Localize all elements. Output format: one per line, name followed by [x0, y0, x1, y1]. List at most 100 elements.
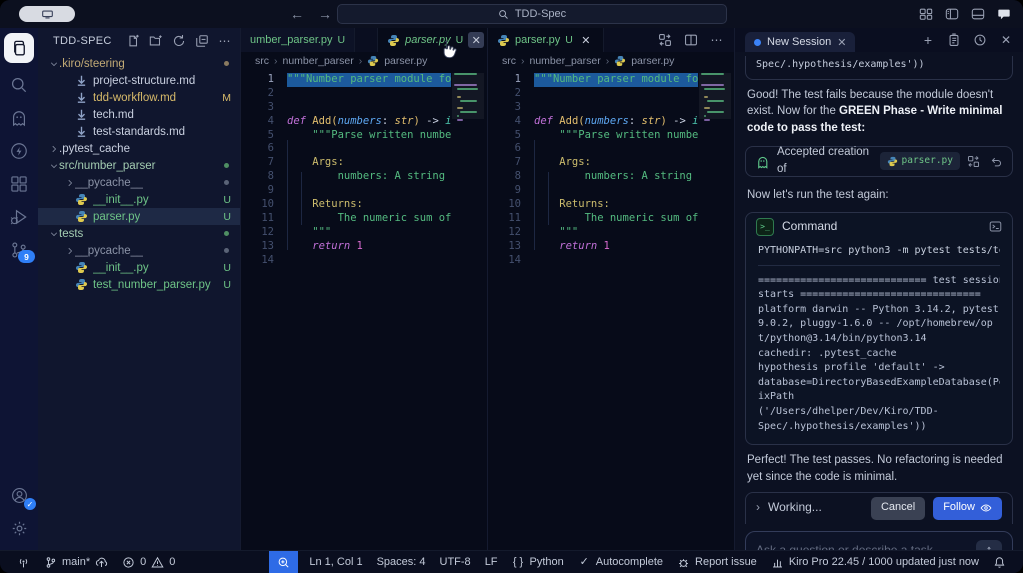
- status-bell[interactable]: [986, 551, 1013, 573]
- gear-icon: [10, 519, 29, 538]
- tree-item-parser-py[interactable]: parser.py U: [38, 208, 240, 225]
- code-line: 5 """Parse written numbers an: [514, 128, 698, 141]
- code-editor[interactable]: 1"""Number parser module for t234def Add…: [488, 70, 734, 551]
- status-chart[interactable]: Kiro Pro 22.45 / 1000 updated just now: [764, 551, 986, 573]
- chev-down-icon: [49, 161, 59, 171]
- new-session-icon[interactable]: +: [921, 33, 935, 47]
- status-utf-8[interactable]: UTF-8: [433, 551, 478, 573]
- tree-item-tests[interactable]: tests: [38, 225, 240, 242]
- code-line: 8 numbers: A string cont: [514, 170, 693, 183]
- python-file-icon: [367, 55, 379, 67]
- status-branch[interactable]: main*: [37, 551, 115, 573]
- tree-item-test-standards-md[interactable]: test-standards.md: [38, 123, 240, 140]
- activity-item-ghost[interactable]: [4, 101, 34, 134]
- more-icon[interactable]: ⋯: [218, 34, 232, 48]
- status-lf[interactable]: LF: [478, 551, 505, 573]
- tree-item--init-py[interactable]: __init__.py U: [38, 259, 240, 276]
- tree-item--init-py[interactable]: __init__.py U: [38, 191, 240, 208]
- tree-item--pycache-[interactable]: __pycache__: [38, 174, 240, 191]
- bug-icon: [677, 556, 690, 569]
- activity-item-git[interactable]: 9: [4, 233, 35, 266]
- status-braces[interactable]: { } Python: [505, 551, 571, 573]
- git-status-badge: U: [223, 193, 231, 206]
- activity-bar: 9 ✓: [0, 28, 38, 551]
- tab-close-icon[interactable]: ✕: [468, 32, 485, 48]
- activity-item-account[interactable]: ✓: [4, 479, 36, 512]
- editor-tab-umber-parser-py[interactable]: umber_parser.py U: [241, 28, 356, 52]
- terminal-icon[interactable]: [989, 220, 1002, 233]
- status-remote[interactable]: [10, 551, 37, 573]
- grid-icon: [9, 174, 29, 194]
- toggle-sidebar-icon[interactable]: [945, 7, 959, 21]
- accept-label: Accepted creation of: [777, 146, 870, 176]
- compare-icon[interactable]: [658, 33, 672, 47]
- terminal-icon: >_: [756, 217, 774, 236]
- code-line: 13 return 1: [261, 239, 363, 252]
- split-icon[interactable]: [684, 33, 698, 47]
- activity-item-zap[interactable]: [4, 134, 34, 167]
- expand-chevron-icon[interactable]: ›: [756, 499, 760, 516]
- code-editor[interactable]: 1"""Number parser module for t234def Add…: [241, 70, 487, 551]
- status-check[interactable]: ✓ Autocomplete: [571, 551, 670, 573]
- breadcrumb-segment[interactable]: src: [255, 55, 269, 67]
- code-line: 11 The numeric sum of the: [261, 211, 451, 224]
- explorer-sidebar: TDD-SPEC ⋯ .kiro/steering project-structu…: [38, 28, 240, 551]
- collapse-all-icon[interactable]: [195, 34, 209, 48]
- tree-item-tech-md[interactable]: tech.md: [38, 106, 240, 123]
- status-spaces-4[interactable]: Spaces: 4: [370, 551, 433, 573]
- activity-item-search[interactable]: [4, 68, 34, 101]
- tree-item-src-number-parser[interactable]: src/number_parser: [38, 157, 240, 174]
- editor-tab-parser-py[interactable]: parser.py U ✕: [377, 28, 495, 52]
- chat-bubble-icon[interactable]: [997, 7, 1011, 21]
- breadcrumb-segment[interactable]: number_parser: [283, 55, 354, 67]
- activity-item-grid[interactable]: [4, 167, 34, 200]
- tree-item--pycache-[interactable]: __pycache__: [38, 242, 240, 259]
- tree-item--kiro-steering[interactable]: .kiro/steering: [38, 55, 240, 72]
- chat-tab-new-session[interactable]: New Session ✕: [745, 32, 856, 52]
- session-list-icon[interactable]: [947, 33, 961, 47]
- chat-tab-close-icon[interactable]: ✕: [837, 36, 846, 49]
- toggle-panel-icon[interactable]: [971, 7, 985, 21]
- more-icon[interactable]: ⋯: [710, 33, 724, 47]
- breadcrumb-segment[interactable]: parser.py: [631, 55, 674, 67]
- nav-back-icon[interactable]: ←: [290, 6, 304, 22]
- editor-tab-parser-py[interactable]: parser.py U ✕: [488, 28, 604, 52]
- activity-item-gear[interactable]: [4, 512, 34, 545]
- python-file-icon: [387, 34, 400, 47]
- activity-item-files[interactable]: [4, 33, 34, 63]
- breadcrumb-segment[interactable]: number_parser: [530, 55, 601, 67]
- tree-item-project-structure-md[interactable]: project-structure.md: [38, 72, 240, 89]
- breadcrumb[interactable]: src › number_parser › parser.py: [488, 52, 734, 70]
- breadcrumb-segment[interactable]: parser.py: [384, 55, 427, 67]
- status-ln-1-col-1[interactable]: Ln 1, Col 1: [302, 551, 369, 573]
- tab-close-icon[interactable]: ✕: [578, 32, 594, 48]
- activity-item-debug[interactable]: [4, 200, 34, 233]
- new-folder-icon[interactable]: [149, 34, 163, 48]
- close-icon[interactable]: ✕: [999, 33, 1013, 47]
- breadcrumb[interactable]: src › number_parser › parser.py: [241, 52, 487, 70]
- refresh-icon[interactable]: [172, 34, 186, 48]
- file-chip-parser-py[interactable]: parser.py: [879, 152, 960, 170]
- layout-grid-icon[interactable]: [919, 7, 933, 21]
- status-feedback[interactable]: [269, 551, 299, 573]
- breadcrumb-segment[interactable]: src: [502, 55, 516, 67]
- chev-right-icon: [49, 144, 59, 154]
- new-file-icon[interactable]: [126, 34, 140, 48]
- tree-item-label: parser.py: [93, 210, 141, 223]
- undo-icon[interactable]: [990, 155, 1003, 168]
- nav-forward-icon[interactable]: →: [318, 6, 332, 22]
- tree-item-tdd-workflow-md[interactable]: tdd-workflow.md M: [38, 89, 240, 106]
- compare-icon[interactable]: [967, 155, 980, 168]
- tree-item--pytest-cache[interactable]: .pytest_cache: [38, 140, 240, 157]
- minimap[interactable]: [699, 73, 731, 551]
- status-error[interactable]: 00: [115, 551, 182, 573]
- chat-input-box[interactable]: Ask a question or describe a task...↑#Au…: [745, 530, 1013, 551]
- history-icon[interactable]: [973, 33, 987, 47]
- follow-button[interactable]: Follow: [933, 496, 1002, 520]
- minimap[interactable]: [452, 73, 484, 551]
- command-center-search[interactable]: TDD-Spec: [337, 4, 727, 24]
- window-controls-pill[interactable]: [19, 6, 75, 22]
- tree-item-test-number-parser-py[interactable]: test_number_parser.py U: [38, 276, 240, 293]
- cancel-button[interactable]: Cancel: [870, 496, 926, 520]
- status-bug[interactable]: Report issue: [670, 551, 764, 573]
